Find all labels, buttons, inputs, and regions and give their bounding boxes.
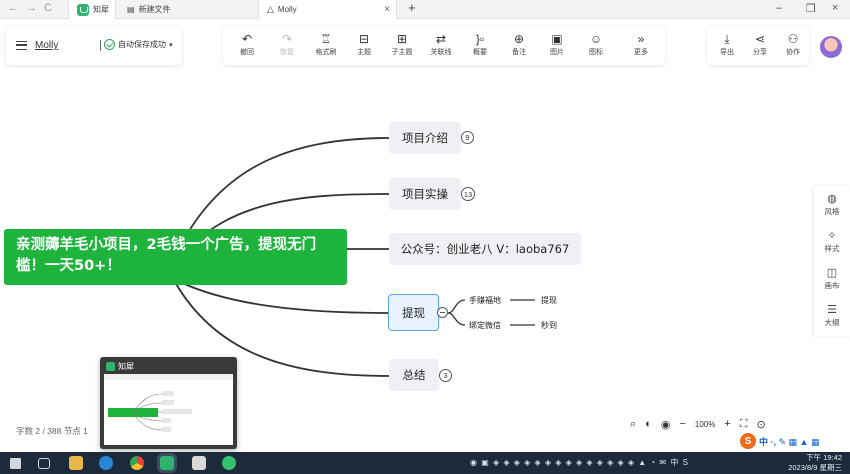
branch-label: 公众号：创业老八 V：laoba767 [400,242,570,256]
format-button[interactable]: ✧ 样式 [814,229,850,254]
connector-withdraw [179,281,390,314]
zoom-level[interactable]: 100% [695,420,715,429]
branch-label: 总结 [402,368,426,382]
clock[interactable]: 下午 19:42 2023/8/9 星期三 [786,453,842,473]
outline-icon: ☰ [827,304,837,316]
word-count: 字数 2 / 388 节点 1 [16,426,88,436]
zoom-in-button[interactable]: + [724,418,730,430]
system-tray[interactable]: ◉ ▣ ◈ ◈ ◈ ◈ ◈ ◈ ◈ ◈ ◈ ◈ ◈ ◈ ◈ ◈ ▲ ◔ ✉ 中 … [470,457,689,468]
start-menu-icon[interactable] [10,458,21,469]
sogou-ime-icon: S [740,433,756,449]
side-label: 大纲 [824,318,840,327]
fit-screen-icon[interactable]: ⛶ [740,418,748,431]
ie-browser-icon[interactable] [99,456,113,470]
preview-canvas [104,374,233,445]
more-options-icon[interactable]: ⊙ [756,418,765,431]
collapse-button[interactable] [437,307,448,318]
theme-toggle-icon[interactable]: ◐ [645,418,652,430]
branch-project-intro[interactable]: 项目介绍 [389,122,461,154]
preview-title-label: 知犀 [118,362,134,371]
format-icon: ✧ [827,230,837,242]
style-palette-icon: ◍ [827,193,837,205]
root-topic[interactable]: 亲测薅羊毛小项目，2毛钱一个广告，提现无门槛！一天50+！ [4,229,347,285]
branch-label: 提现 [402,305,425,320]
child-count-badge[interactable]: 9 [461,131,474,144]
canvas-button[interactable]: ◫ 画布 [814,266,850,291]
leaf-topic[interactable]: 提现 [541,295,557,306]
window-preview-thumbnail[interactable]: 知犀 [100,357,237,449]
preview-title: 知犀 [106,361,134,372]
zhixi-taskbar-icon[interactable] [160,456,174,470]
zhixi-logo-icon [106,362,115,371]
zoom-controls: ⌕ ◐ ◉ − 100% + ⛶ ⊙ [630,417,800,431]
branch-label: 项目实操 [402,187,448,201]
branch-label: 项目介绍 [402,131,448,145]
layout-icon: ◫ [826,267,838,279]
side-label: 画布 [824,281,840,290]
chrome-icon[interactable] [130,456,144,470]
side-panel: ◍ 风格 ✧ 样式 ◫ 画布 ☰ 大纲 [814,186,850,336]
leaf-topic[interactable]: 手赚福地 [469,295,501,306]
app-icon[interactable] [192,456,206,470]
search-icon[interactable]: ⌕ [630,418,636,431]
branch-summary[interactable]: 总结 [389,359,439,391]
leaf-topic[interactable]: 绑定微信 [469,320,501,331]
child-count-badge[interactable]: 3 [439,369,452,382]
task-view-icon[interactable] [38,458,50,469]
ime-toolbar[interactable]: S 中 ·, ✎ ▦ ▲ ▦ [740,432,825,450]
side-label: 样式 [824,244,840,253]
child-count-badge[interactable]: 13 [461,187,475,201]
connector-leaf-2 [447,312,466,326]
branch-project-practice[interactable]: 项目实操 [389,178,461,210]
branch-account[interactable]: 公众号：创业老八 V：laoba767 [389,233,581,265]
style-button[interactable]: ◍ 风格 [814,192,850,217]
zoom-out-button[interactable]: − [679,418,685,430]
locate-icon[interactable]: ◉ [661,418,671,431]
ime-status: 中 ·, ✎ ▦ ▲ ▦ [759,436,820,447]
file-explorer-icon[interactable] [69,456,83,470]
clock-time: 下午 19:42 [806,453,842,462]
connector-leaf-1 [447,299,466,314]
side-label: 风格 [824,207,840,216]
clock-date: 2023/8/9 星期三 [788,463,842,472]
preview-mindmap [104,374,233,432]
wechat-icon[interactable] [222,456,236,470]
leaf-topic[interactable]: 秒到 [541,320,557,331]
outline-button[interactable]: ☰ 大纲 [814,303,850,328]
branch-withdraw[interactable]: 提现 [388,294,439,331]
windows-taskbar: ◉ ▣ ◈ ◈ ◈ ◈ ◈ ◈ ◈ ◈ ◈ ◈ ◈ ◈ ◈ ◈ ▲ ◔ ✉ 中 … [0,452,850,474]
